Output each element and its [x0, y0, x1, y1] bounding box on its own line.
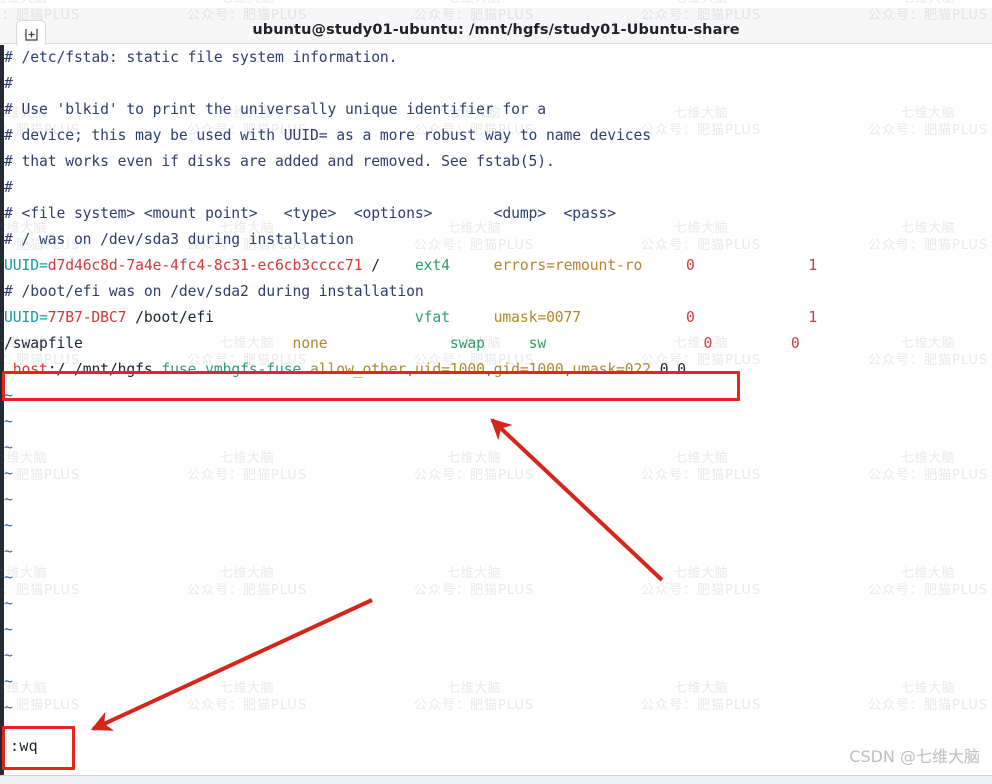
token: .host: [4, 361, 48, 378]
vim-line[interactable]: # /boot/efi was on /dev/sda2 during inst…: [4, 279, 992, 305]
token: ~: [4, 673, 13, 690]
vim-tilde-row: ~: [4, 591, 992, 617]
token: ~: [4, 387, 13, 404]
vim-tilde-row: ~: [4, 539, 992, 565]
vim-line[interactable]: # device; this may be used with UUID= as…: [4, 123, 992, 149]
terminal-content-area[interactable]: # /etc/fstab: static file system informa…: [0, 45, 992, 775]
vim-tilde-row: ~: [4, 383, 992, 409]
vim-tilde-row: ~: [4, 513, 992, 539]
vim-tilde-row: ~: [4, 461, 992, 487]
vim-tilde-row: ~: [4, 435, 992, 461]
token: ~: [4, 465, 13, 482]
token: ~: [4, 621, 13, 638]
token: /swapfile: [4, 335, 293, 352]
csdn-watermark: CSDN @七维大脑: [849, 747, 980, 766]
token: 0: [703, 335, 791, 352]
vim-text-buffer[interactable]: # /etc/fstab: static file system informa…: [4, 45, 992, 721]
token: ~: [4, 517, 13, 534]
token: ~: [4, 569, 13, 586]
token: /: [362, 257, 415, 274]
token: ext4: [414, 257, 494, 274]
token: # / was on /dev/sda3 during installation: [4, 231, 354, 248]
vim-line[interactable]: #: [4, 175, 992, 201]
token: umask=0077: [493, 309, 686, 326]
window-title: ubuntu@study01-ubuntu: /mnt/hgfs/study01…: [252, 22, 740, 38]
token: # <file system> <mount point> <type> <op…: [4, 205, 616, 222]
token: sw: [528, 335, 704, 352]
token: /boot/efi: [126, 309, 415, 326]
vim-tilde-row: ~: [4, 643, 992, 669]
token: vfat: [414, 309, 494, 326]
vim-line[interactable]: # /etc/fstab: static file system informa…: [4, 45, 992, 71]
vim-tilde-row: ~: [4, 695, 992, 721]
token: # Use 'blkid' to print the universally u…: [4, 101, 547, 118]
vim-tilde-row: ~: [4, 487, 992, 513]
vim-line[interactable]: # / was on /dev/sda3 during installation: [4, 227, 992, 253]
token: 0: [790, 335, 800, 352]
token: ~: [4, 595, 13, 612]
token: UUID=: [4, 257, 48, 274]
token: /mnt/hgfs: [73, 361, 162, 378]
token: allow_other: [310, 361, 407, 378]
token: d7d46c8d-7a4e-4fc4-8c31-ec6cb3cccc71: [47, 257, 363, 274]
token: 77B7-DBC7: [47, 309, 127, 326]
token: ~: [4, 491, 13, 508]
vim-line[interactable]: # <file system> <mount point> <type> <op…: [4, 201, 992, 227]
vim-line[interactable]: UUID=77B7-DBC7 /boot/efi vfat umask=0077…: [4, 305, 992, 331]
window-bottom-strip: [0, 775, 992, 784]
vim-tilde-row: ~: [4, 565, 992, 591]
vim-line[interactable]: .host:/ /mnt/hgfs fuse.vmhgfs-fuse allow…: [4, 357, 992, 383]
token: # /etc/fstab: static file system informa…: [4, 49, 398, 66]
token: ,: [484, 361, 494, 378]
vim-line[interactable]: UUID=d7d46c8d-7a4e-4fc4-8c31-ec6cb3cccc7…: [4, 253, 992, 279]
vim-tilde-row: ~: [4, 617, 992, 643]
token: #: [4, 75, 13, 92]
token: ~: [4, 413, 13, 430]
token: # /boot/efi was on /dev/sda2 during inst…: [4, 283, 424, 300]
vim-status-line: :wq: [10, 737, 38, 755]
token: UUID=: [4, 309, 48, 326]
token: ~: [4, 439, 13, 456]
token: gid=1000: [493, 361, 564, 378]
token: ,: [406, 361, 415, 378]
terminal-window: ubuntu@study01-ubuntu: /mnt/hgfs/study01…: [0, 0, 992, 784]
vim-tilde-row: ~: [4, 409, 992, 435]
token: #: [4, 179, 13, 196]
token: uid=1000: [414, 361, 485, 378]
token: # that works even if disks are added and…: [4, 153, 555, 170]
token: 0 0: [651, 361, 687, 378]
token: none: [292, 335, 450, 352]
token: ~: [4, 543, 13, 560]
vim-line[interactable]: # Use 'blkid' to print the universally u…: [4, 97, 992, 123]
token: ~: [4, 699, 13, 716]
vim-line[interactable]: /swapfile none swap sw 0 0: [4, 331, 992, 357]
vim-tilde-row: ~: [4, 669, 992, 695]
vim-line[interactable]: # that works even if disks are added and…: [4, 149, 992, 175]
token: ~: [4, 647, 13, 664]
vim-line[interactable]: #: [4, 71, 992, 97]
token: :/: [47, 361, 74, 378]
window-top-edge: [0, 0, 992, 8]
token: errors=remount-ro: [493, 257, 686, 274]
token: # device; this may be used with UUID= as…: [4, 127, 651, 144]
token: 1: [808, 309, 818, 326]
token: umask=022: [572, 361, 652, 378]
terminal-title-bar: ubuntu@study01-ubuntu: /mnt/hgfs/study01…: [0, 8, 992, 48]
token: 1: [808, 257, 818, 274]
token: fuse.vmhgfs-fuse: [161, 361, 311, 378]
token: 0: [685, 257, 809, 274]
token: swap: [449, 335, 529, 352]
token: 0: [685, 309, 809, 326]
